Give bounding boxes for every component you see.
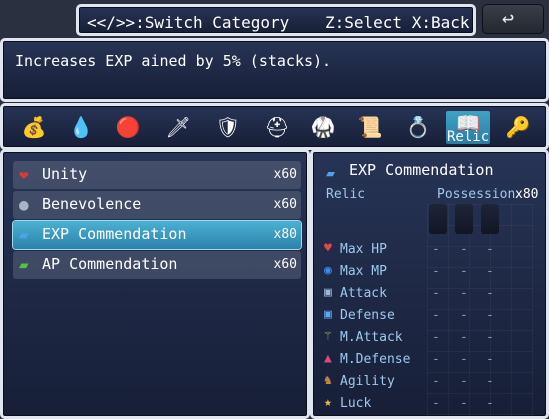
param-value: - xyxy=(432,242,440,257)
switch-category-hint: <</>>:Switch Category xyxy=(87,13,290,32)
shield-icon: 🛡 xyxy=(215,115,241,139)
heart-icon: ♥ xyxy=(324,241,332,256)
param-value: - xyxy=(432,286,440,301)
list-item-benevolence[interactable]: ● Benevolence x60 xyxy=(13,191,301,219)
param-value: - xyxy=(486,286,494,301)
list-item-unity[interactable]: ❤ Unity x60 xyxy=(13,161,301,189)
param-value: - xyxy=(486,308,494,323)
param-label: Max MP xyxy=(340,264,387,279)
param-value: - xyxy=(432,374,440,389)
select-back-hint: Z:Select X:Back xyxy=(325,13,470,32)
sphere-icon: ● xyxy=(19,195,29,214)
sword-tile-icon: ▣ xyxy=(324,285,332,300)
param-value: - xyxy=(460,308,468,323)
mana-orb-icon: ◉ xyxy=(324,263,332,278)
possession-label: Possession xyxy=(437,187,516,202)
param-value: - xyxy=(486,242,494,257)
item-quantity: x60 xyxy=(273,257,297,272)
helmet-icon: ⛑ xyxy=(264,115,290,139)
item-description: Increases EXP ained by 5% (stacks). xyxy=(15,52,332,70)
item-list: ❤ Unity x60 ● Benevolence x60 ▰ EXP Comm… xyxy=(0,149,310,419)
status-item-type: Relic xyxy=(326,187,366,202)
item-name: Unity xyxy=(42,165,88,183)
param-value: - xyxy=(432,352,440,367)
actor-param-grid xyxy=(427,204,533,416)
item-name: Benevolence xyxy=(42,195,142,213)
shield-tile-icon: ▣ xyxy=(324,307,332,322)
param-value: - xyxy=(486,374,494,389)
green-book-icon: ▰ xyxy=(19,255,29,274)
blue-book-icon: ▰ xyxy=(326,164,336,182)
actor-silhouette xyxy=(481,204,499,234)
category-helmet[interactable]: ⛑ xyxy=(262,112,292,142)
money-bag-icon: 💰 xyxy=(21,115,47,139)
category-potion[interactable]: 💧 xyxy=(66,112,96,142)
item-description-window: Increases EXP ained by 5% (stacks). xyxy=(0,38,549,102)
sword-icon: 🗡 xyxy=(165,115,191,139)
back-button[interactable]: ↩ xyxy=(482,4,544,34)
possession-value: x80 xyxy=(515,187,539,202)
param-value: - xyxy=(460,352,468,367)
param-value: - xyxy=(486,352,494,367)
param-label: Agility xyxy=(340,374,395,389)
selected-category-label: Relic xyxy=(447,129,490,145)
param-label: Attack xyxy=(340,286,387,301)
heart-icon: ❤ xyxy=(19,165,29,184)
scroll-icon: 📜 xyxy=(357,115,383,139)
param-value: - xyxy=(460,264,468,279)
param-value: - xyxy=(432,264,440,279)
blue-book-icon: ▰ xyxy=(19,225,29,244)
param-value: - xyxy=(486,396,494,411)
ring-icon: 💍 xyxy=(405,115,431,139)
orb-icon: 🔴 xyxy=(115,115,141,139)
param-label: M.Defense xyxy=(340,352,411,367)
armor-icon: 🥋 xyxy=(310,115,336,139)
category-shield[interactable]: 🛡 xyxy=(213,112,243,142)
undo-arrow-icon: ↩ xyxy=(502,6,515,30)
param-value: - xyxy=(460,374,468,389)
star-icon: ★ xyxy=(324,395,332,410)
item-quantity: x60 xyxy=(273,197,297,212)
boot-icon: ♞ xyxy=(324,373,332,388)
item-quantity: x80 xyxy=(273,227,297,242)
param-value: - xyxy=(486,330,494,345)
param-label: Max HP xyxy=(340,242,387,257)
param-value: - xyxy=(460,286,468,301)
actor-silhouette xyxy=(455,204,473,234)
potion-icon: 💧 xyxy=(68,115,94,139)
actor-silhouette xyxy=(429,204,447,234)
wand-icon: ⚚ xyxy=(324,329,332,344)
param-value: - xyxy=(486,264,494,279)
param-value: - xyxy=(432,330,440,345)
category-money-bag[interactable]: 💰 xyxy=(19,112,49,142)
category-ring[interactable]: 💍 xyxy=(403,112,433,142)
param-label: M.Attack xyxy=(340,330,403,345)
list-item-ap-commendation[interactable]: ▰ AP Commendation x60 xyxy=(13,251,301,279)
category-scroll[interactable]: 📜 xyxy=(355,112,385,142)
param-label: Defense xyxy=(340,308,395,323)
item-name: AP Commendation xyxy=(42,255,178,273)
category-key-items[interactable]: 🔑 xyxy=(503,112,533,142)
item-quantity: x60 xyxy=(273,167,297,182)
category-weapon[interactable]: 🗡 xyxy=(163,112,193,142)
list-item-exp-commendation[interactable]: ▰ EXP Commendation x80 xyxy=(13,221,301,249)
category-bar: 💰 💧 🔴 🗡 🛡 ⛑ 🥋 📜 💍 📖 Relic 🔑 xyxy=(0,103,549,150)
param-value: - xyxy=(460,396,468,411)
param-label: Luck xyxy=(340,396,372,411)
param-value: - xyxy=(432,396,440,411)
help-bar: <</>>:Switch Category Z:Select X:Back xyxy=(76,4,476,36)
param-value: - xyxy=(432,308,440,323)
wizard-hat-icon: ▲ xyxy=(324,351,332,366)
key-icon: 🔑 xyxy=(505,115,531,139)
item-name: EXP Commendation xyxy=(42,225,187,243)
status-item-name: EXP Commendation xyxy=(349,161,494,179)
param-value: - xyxy=(460,242,468,257)
category-armor[interactable]: 🥋 xyxy=(308,112,338,142)
category-orb[interactable]: 🔴 xyxy=(113,112,143,142)
param-value: - xyxy=(460,330,468,345)
item-status-panel: ▰ EXP Commendation Relic Possession x80 … xyxy=(310,149,549,419)
